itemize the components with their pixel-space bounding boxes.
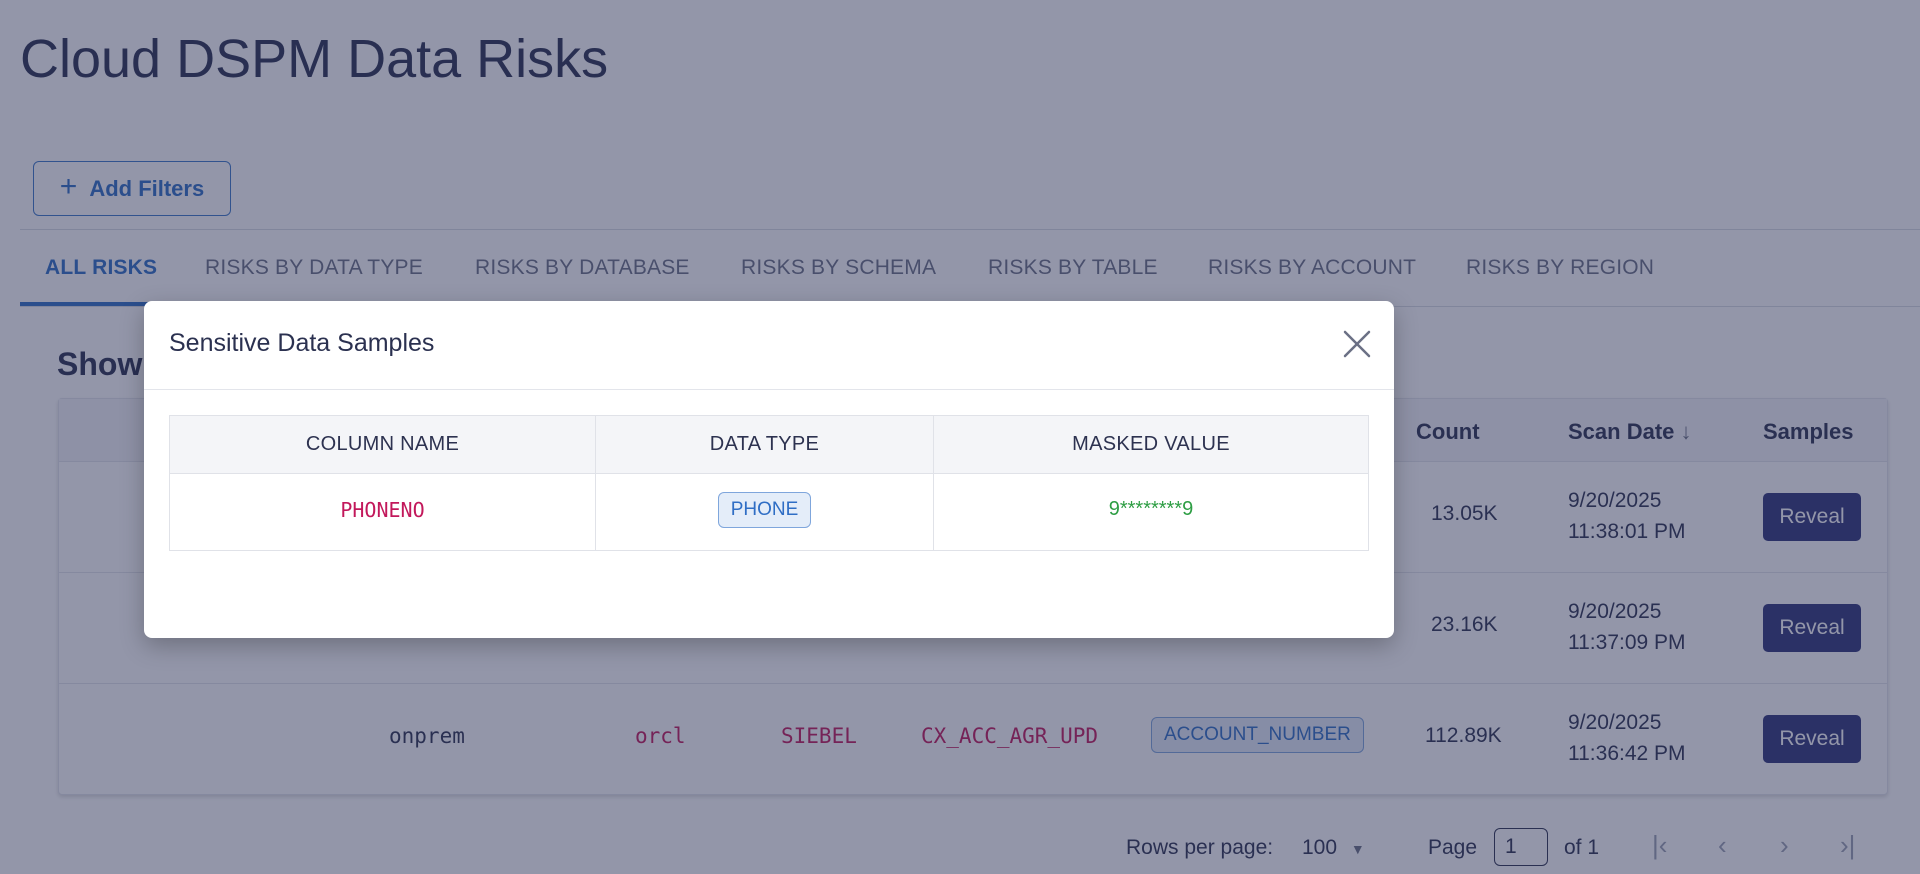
header-column-name: COLUMN NAME xyxy=(305,433,460,455)
header-data-type: DATA TYPE xyxy=(709,433,820,455)
close-icon[interactable] xyxy=(1340,327,1374,361)
sensitive-data-samples-dialog: Sensitive Data Samples COLUMN NAME DATA … xyxy=(144,301,1394,638)
data-type-badge: PHONE xyxy=(717,492,812,528)
column-name-cell: PHONENO xyxy=(340,498,425,522)
header-masked-value: MASKED VALUE xyxy=(1072,433,1230,455)
dialog-title: Sensitive Data Samples xyxy=(169,329,435,357)
samples-table: COLUMN NAME DATA TYPE MASKED VALUE PHONE… xyxy=(169,415,1369,551)
dialog-header: Sensitive Data Samples xyxy=(144,301,1394,390)
masked-value-cell: 9********9 xyxy=(1108,498,1194,520)
data-type-cell: PHONE xyxy=(596,492,933,528)
